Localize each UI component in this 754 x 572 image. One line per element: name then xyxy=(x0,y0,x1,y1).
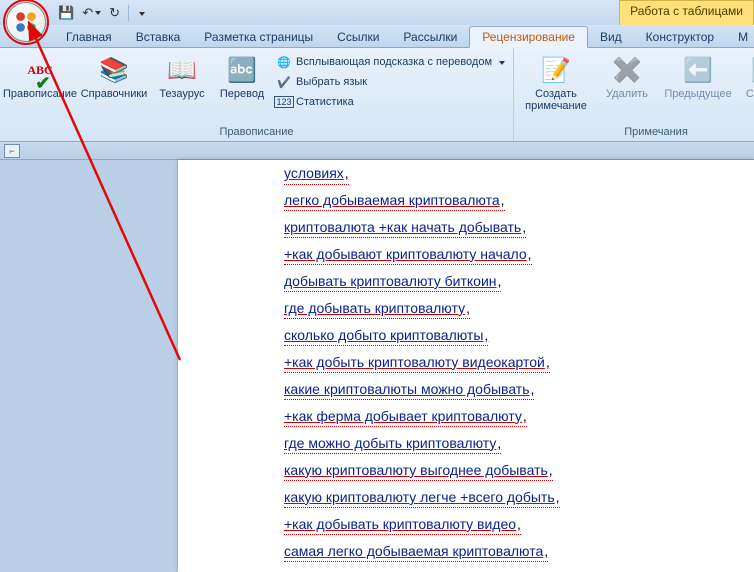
tab-0[interactable]: Главная xyxy=(54,27,124,47)
table-row: +как добывают криптовалюту начало xyxy=(178,242,754,269)
hyperlink-cell[interactable]: сколько добыто криптовалюты xyxy=(284,326,488,347)
contextual-tab-label: Работа с таблицами xyxy=(619,0,754,25)
group-proofing: ABC✔ Правописание 📚 Справочники 📖 Тезаур… xyxy=(0,48,514,141)
undo-icon[interactable]: ↶ xyxy=(82,5,101,21)
table-row: самая легко добываемая криптовалюта xyxy=(178,539,754,566)
document-area: условиях легко добываемая криптовалюта кри… xyxy=(0,160,754,572)
statistics-button[interactable]: 123 Статистика xyxy=(274,92,507,112)
ruler-bar: ⌐ xyxy=(0,142,754,160)
delete-comment-label: Удалить xyxy=(606,88,648,100)
translate-label: Перевод xyxy=(220,88,264,100)
tab-6[interactable]: Вид xyxy=(588,27,634,47)
title-bar: 💾 ↶ ↻ Работа с таблицами xyxy=(0,0,754,25)
table-row: +как добыть криптовалюту видеокартой xyxy=(178,350,754,377)
delete-comment-icon: ✖️ xyxy=(611,54,643,86)
tooltip-translate-label: Всплывающая подсказка с переводом xyxy=(296,56,492,68)
table-row: где можно добыть криптовалюту xyxy=(178,431,754,458)
hyperlink-cell[interactable]: где можно добыть криптовалюту xyxy=(284,434,501,455)
tab-3[interactable]: Ссылки xyxy=(325,27,391,47)
thesaurus-icon: 📖 xyxy=(166,54,198,86)
page: условиях легко добываемая криптовалюта кри… xyxy=(178,160,754,572)
ribbon: ABC✔ Правописание 📚 Справочники 📖 Тезаур… xyxy=(0,48,754,142)
quick-access-toolbar: 💾 ↶ ↻ xyxy=(52,0,145,25)
hyperlink-cell[interactable]: условиях xyxy=(284,164,349,185)
tooltip-translate-button[interactable]: 🌐 Всплывающая подсказка с переводом xyxy=(274,52,507,72)
table-row: какую криптовалюту легче +всего добыть xyxy=(178,485,754,512)
qat-separator xyxy=(128,5,129,21)
table-row: условиях xyxy=(178,164,754,188)
hyperlink-cell[interactable]: +как добыть криптовалюту видеокартой xyxy=(284,353,550,374)
table-row: какую криптовалюту выгоднее добывать xyxy=(178,458,754,485)
table-row: добывать криптовалюту биткоин xyxy=(178,269,754,296)
hyperlink-cell[interactable]: где добывать криптовалюту xyxy=(284,299,470,320)
table-row: где добывать криптовалюту xyxy=(178,296,754,323)
group-comments: 📝 Создать примечание ✖️ Удалить ⬅️ Преды… xyxy=(514,48,754,141)
table-row: +как добывать криптовалюту видео xyxy=(178,512,754,539)
dropdown-icon xyxy=(496,56,505,68)
hyperlink-cell[interactable]: +как ферма добывает криптовалюту xyxy=(284,407,527,428)
tab-1[interactable]: Вставка xyxy=(124,27,193,47)
next-comment-icon: ➡️ xyxy=(750,54,754,86)
translate-icon: 🔤 xyxy=(226,54,258,86)
next-comment-button[interactable]: ➡️ Следую xyxy=(740,52,754,102)
statistics-label: Статистика xyxy=(296,96,354,108)
next-comment-label: Следую xyxy=(746,88,754,100)
group-comments-label: Примечания xyxy=(520,124,754,141)
tab-selector[interactable]: ⌐ xyxy=(4,144,20,158)
delete-comment-button[interactable]: ✖️ Удалить xyxy=(598,52,656,102)
group-proofing-label: Правописание xyxy=(6,124,507,141)
hyperlink-cell[interactable]: криптовалюта +как начать добывать xyxy=(284,218,526,239)
tab-7[interactable]: Конструктор xyxy=(634,27,726,47)
language-icon: ✔️ xyxy=(276,74,292,90)
new-comment-button[interactable]: 📝 Создать примечание xyxy=(520,52,592,114)
hyperlink-cell[interactable]: +как добывают криптовалюту начало xyxy=(284,245,532,266)
translate-button[interactable]: 🔤 Перевод xyxy=(216,52,268,102)
hyperlink-cell[interactable]: легко добываемая криптовалюта xyxy=(284,191,505,212)
qat-customize-icon[interactable] xyxy=(137,5,145,20)
office-button[interactable] xyxy=(6,2,46,42)
tab-8[interactable]: М xyxy=(726,27,754,47)
hyperlink-cell[interactable]: +как добывать криптовалюту видео xyxy=(284,515,521,536)
new-comment-icon: 📝 xyxy=(540,54,572,86)
table-row: криптовалюта +как начать добывать xyxy=(178,215,754,242)
previous-comment-label: Предыдущее xyxy=(664,88,731,100)
new-comment-label: Создать примечание xyxy=(525,88,587,112)
references-button[interactable]: 📚 Справочники xyxy=(80,52,148,102)
references-icon: 📚 xyxy=(98,54,130,86)
thesaurus-label: Тезаурус xyxy=(159,88,204,100)
proofing-small-buttons: 🌐 Всплывающая подсказка с переводом ✔️ В… xyxy=(274,52,507,112)
hyperlink-cell[interactable]: какую криптовалюту легче +всего добыть xyxy=(284,488,560,509)
previous-comment-button[interactable]: ⬅️ Предыдущее xyxy=(662,52,734,102)
tab-4[interactable]: Рассылки xyxy=(391,27,469,47)
table-row: сколько добыто криптовалюты xyxy=(178,323,754,350)
set-language-button[interactable]: ✔️ Выбрать язык xyxy=(274,72,507,92)
ribbon-tabs: ГлавнаяВставкаРазметка страницыСсылкиРас… xyxy=(0,25,754,48)
set-language-label: Выбрать язык xyxy=(296,76,367,88)
previous-comment-icon: ⬅️ xyxy=(682,54,714,86)
tab-5[interactable]: Рецензирование xyxy=(469,26,588,48)
spelling-icon: ABC✔ xyxy=(24,54,56,86)
redo-icon[interactable]: ↻ xyxy=(109,5,120,21)
thesaurus-button[interactable]: 📖 Тезаурус xyxy=(154,52,210,102)
hyperlink-cell[interactable]: какие криптовалюты можно добывать xyxy=(284,380,534,401)
hyperlink-cell[interactable]: добывать криптовалюту биткоин xyxy=(284,272,501,293)
tooltip-translate-icon: 🌐 xyxy=(276,54,292,70)
save-icon[interactable]: 💾 xyxy=(58,5,74,21)
statistics-icon: 123 xyxy=(276,94,292,110)
table-row: +как ферма добывает криптовалюту xyxy=(178,404,754,431)
references-label: Справочники xyxy=(81,88,148,100)
hyperlink-cell[interactable]: самая легко добываемая криптовалюта xyxy=(284,542,548,563)
spelling-button[interactable]: ABC✔ Правописание xyxy=(6,52,74,102)
tab-2[interactable]: Разметка страницы xyxy=(192,27,325,47)
table-row: какие криптовалюты можно добывать xyxy=(178,377,754,404)
hyperlink-cell[interactable]: какую криптовалюту выгоднее добывать xyxy=(284,461,553,482)
table-row: легко добываемая криптовалюта xyxy=(178,188,754,215)
